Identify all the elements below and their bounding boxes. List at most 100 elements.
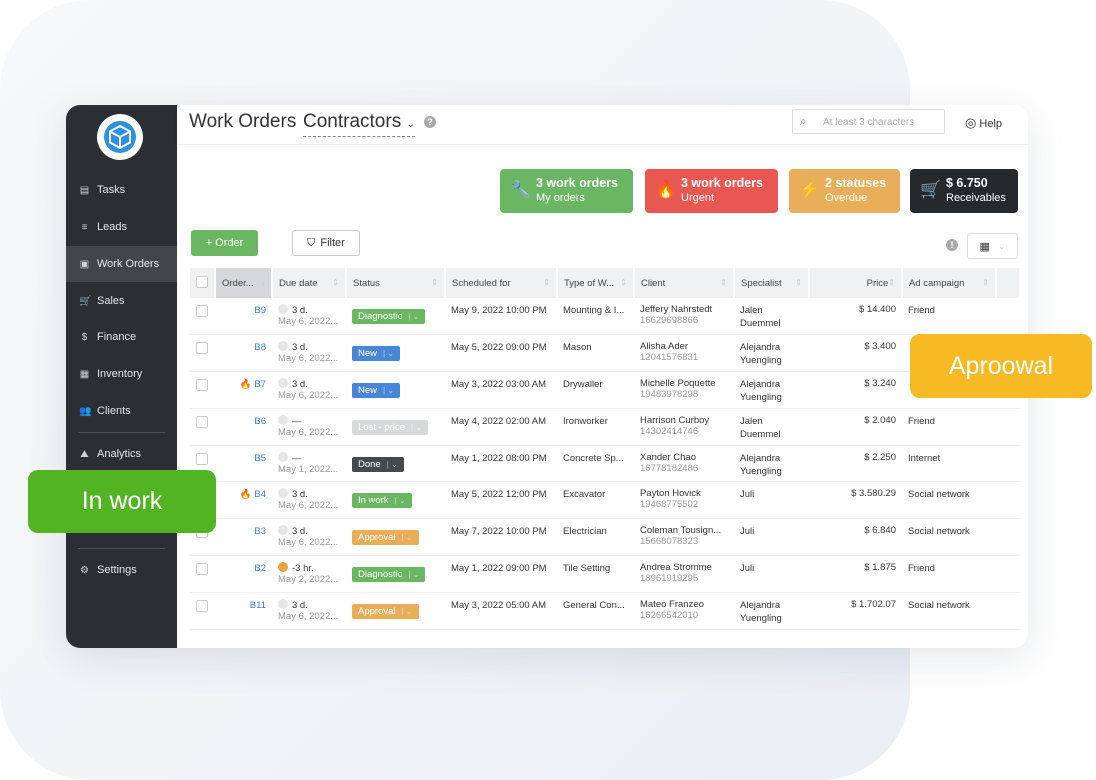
clock-icon xyxy=(278,414,288,425)
column-header[interactable]: Order... ↓ xyxy=(215,268,273,298)
add-order-button[interactable]: + Order xyxy=(191,230,258,256)
client-name[interactable]: Coleman Tousign... xyxy=(640,525,721,536)
table-row[interactable]: 🔥 B4 3 d. May 6, 2022... In work | ⌄ May 5, 20… xyxy=(190,481,1020,520)
column-header[interactable]: Specialist ⇕ xyxy=(734,268,810,298)
sidebar-item-tasks[interactable]: ▤ Tasks xyxy=(66,172,177,208)
table-row[interactable]: B5 — May 1, 2022... Done | ⌄ May 1, 2022 08:0… xyxy=(190,445,1020,483)
sidebar-item-work-orders[interactable]: ▣ Work Orders xyxy=(66,246,177,282)
column-header[interactable]: Status ⇕ xyxy=(346,268,446,298)
order-number-link[interactable]: B3 xyxy=(254,526,266,537)
client-name[interactable]: Michelle Poquette xyxy=(640,378,716,389)
clock-icon xyxy=(278,525,288,536)
client-name[interactable]: Jeffery Nahrstedt xyxy=(640,304,712,315)
order-number-link[interactable]: B11 xyxy=(250,600,266,611)
sidebar-item-inventory[interactable]: ▦ Inventory xyxy=(66,356,177,392)
sidebar-item-sales[interactable]: 🛒 Sales xyxy=(66,283,177,319)
kpi-card-my orders[interactable]: 🔧 3 work orders My orders xyxy=(500,169,633,213)
status-dropdown[interactable]: Approval | ⌄ xyxy=(352,603,419,619)
column-header-label: Ad campaign xyxy=(909,277,965,289)
info-icon[interactable]: ! xyxy=(946,239,958,251)
table-row[interactable]: B9 3 d. May 6, 2022... Diagnostic | ⌄ May 9, … xyxy=(190,298,1020,336)
sort-icon[interactable]: ⇕ xyxy=(795,278,802,287)
select-all-checkbox[interactable] xyxy=(196,275,208,288)
kpi-card-receivables[interactable]: 🛒 $ 6.750 Receivables xyxy=(910,169,1018,213)
sort-icon[interactable]: ⇕ xyxy=(332,278,339,287)
table-row[interactable]: 🔥 B7 3 d. May 6, 2022... New | ⌄ May 3, 2022 0… xyxy=(190,371,1020,409)
row-checkbox[interactable] xyxy=(196,379,208,392)
filter-button[interactable]: ⛉ Filter xyxy=(292,230,360,256)
contractors-dropdown[interactable]: Contractors ⌄ xyxy=(303,111,415,137)
table-row[interactable]: B8 3 d. May 6, 2022... New | ⌄ May 5, 2022 09… xyxy=(190,334,1020,373)
price-cell: $ 3.240 xyxy=(809,371,902,409)
select-all-checkbox-cell[interactable] xyxy=(190,268,216,298)
row-checkbox[interactable] xyxy=(196,599,208,612)
column-header[interactable]: Scheduled for ⇕ xyxy=(445,268,558,298)
client-name[interactable]: Andrea Stromme xyxy=(640,562,712,573)
sidebar-item-finance[interactable]: $ Finance xyxy=(66,319,177,355)
order-number-link[interactable]: B5 xyxy=(254,453,266,464)
kpi-card-overdue[interactable]: ⚡ 2 statuses Overdue xyxy=(789,169,900,213)
column-header[interactable]: Ad campaign ⇕ xyxy=(902,268,997,298)
column-header[interactable]: Price ⇕ xyxy=(809,268,903,298)
table-row[interactable]: B11 3 d. May 6, 2022... Approval | ⌄ May 3, 2… xyxy=(190,592,1020,630)
table-row[interactable]: B6 — May 6, 2022... Lost - price | ⌄ May 4, 2… xyxy=(190,408,1020,446)
client-name[interactable]: Mateo Franzeo xyxy=(640,599,704,610)
help-question-icon[interactable]: ? xyxy=(424,116,436,128)
specialist-name: Yuengling xyxy=(740,392,782,404)
row-checkbox[interactable] xyxy=(196,305,208,317)
due-date: May 2, 2022... xyxy=(278,574,339,586)
table-row[interactable]: B2 -3 hr. May 2, 2022... Diagnostic | ⌄ May 1… xyxy=(190,555,1020,593)
order-number-link[interactable]: B4 xyxy=(254,489,266,500)
order-number-link[interactable]: B8 xyxy=(254,342,266,353)
row-checkbox[interactable] xyxy=(196,452,208,465)
row-checkbox[interactable] xyxy=(196,415,208,428)
sort-icon[interactable]: ⇕ xyxy=(720,278,727,287)
status-cell: Diagnostic | ⌄ xyxy=(346,555,445,593)
client-name[interactable]: Payton Hovick xyxy=(640,488,701,499)
sort-icon[interactable]: ⇕ xyxy=(982,278,989,287)
column-header[interactable]: Due date ⇕ xyxy=(272,268,347,298)
column-header[interactable]: Type of W... ⇕ xyxy=(557,268,635,298)
sort-icon[interactable]: ⇕ xyxy=(888,278,895,287)
client-name[interactable]: Xander Chao xyxy=(640,452,696,463)
sidebar-item-settings[interactable]: ⚙ Settings xyxy=(66,552,177,588)
status-dropdown[interactable]: New | ⌄ xyxy=(352,346,401,362)
sort-icon[interactable]: ↓ xyxy=(261,278,265,287)
order-cell: B2 xyxy=(215,555,272,593)
checkbox-cell xyxy=(190,408,215,446)
due-relative: 3 d. xyxy=(292,599,308,611)
status-dropdown[interactable]: New | ⌄ xyxy=(352,383,401,399)
search-input[interactable]: ⌕ At least 3 characters xyxy=(792,109,945,134)
status-dropdown[interactable]: Done | ⌄ xyxy=(352,456,404,472)
order-number-link[interactable]: B2 xyxy=(254,563,266,574)
client-name[interactable]: Alisha Ader xyxy=(640,341,688,352)
table-row[interactable]: B3 3 d. May 6, 2022... Approval | ⌄ May 7, 20… xyxy=(190,518,1020,557)
row-checkbox[interactable] xyxy=(196,342,208,355)
status-dropdown[interactable]: Diagnostic | ⌄ xyxy=(352,567,426,583)
sidebar-item-clients[interactable]: 👥 Clients xyxy=(66,393,177,429)
chevron-down-icon: | ⌄ xyxy=(408,570,420,580)
status-dropdown[interactable]: Approval | ⌄ xyxy=(352,530,419,546)
order-number-link[interactable]: B7 xyxy=(254,379,266,390)
client-name[interactable]: Harrison Curboy xyxy=(640,415,709,426)
sort-icon[interactable]: ⇕ xyxy=(431,278,438,287)
view-toggle-button[interactable]: ▦ ⌄ xyxy=(967,233,1018,259)
kpi-card-urgent[interactable]: 🔥 3 work orders Urgent xyxy=(645,169,778,213)
order-number-link[interactable]: B9 xyxy=(254,305,266,316)
status-dropdown[interactable]: Lost - price | ⌄ xyxy=(352,419,429,435)
status-dropdown[interactable]: Diagnostic | ⌄ xyxy=(352,309,426,324)
status-label: In work xyxy=(358,495,389,507)
row-checkbox[interactable] xyxy=(196,563,208,576)
status-dropdown[interactable]: In work | ⌄ xyxy=(352,493,412,509)
client-cell: Payton Hovick 19468775502 xyxy=(634,481,734,520)
due-date: May 6, 2022... xyxy=(278,537,339,549)
column-header[interactable]: Client ⇕ xyxy=(634,268,735,298)
sort-icon[interactable]: ⇕ xyxy=(620,278,627,287)
sort-icon[interactable]: ⇕ xyxy=(543,278,550,287)
order-cell: B3 xyxy=(215,518,272,557)
order-number-link[interactable]: B6 xyxy=(254,416,266,427)
sidebar-item-analytics[interactable]: ⛰ Analytics xyxy=(66,436,177,472)
specialist-name: Juli xyxy=(740,526,755,538)
help-button[interactable]: ◎ Help xyxy=(965,115,1002,131)
sidebar-item-leads[interactable]: ≡ Leads xyxy=(66,209,177,245)
